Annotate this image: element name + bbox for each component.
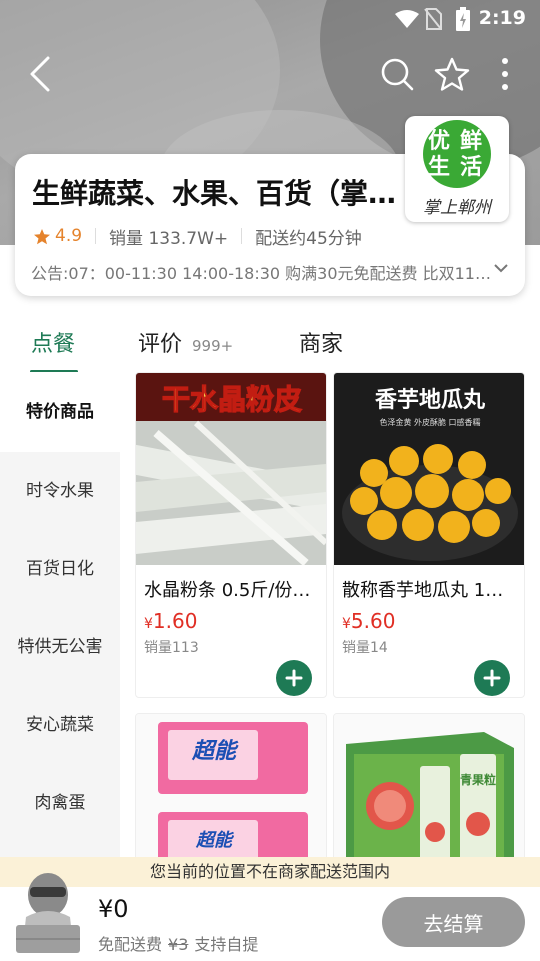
product-sales: 销量113 <box>144 640 199 656</box>
search-icon <box>381 58 414 91</box>
cart-bar: ¥0 免配送费 ¥3 支持自提 去结算 <box>0 873 540 960</box>
wifi-icon <box>395 10 419 28</box>
product-image-label: 青果粒 <box>460 772 496 787</box>
status-bar: 2:19 <box>0 0 540 36</box>
product-image: 干水晶粉皮 <box>136 373 326 565</box>
more-vertical-icon <box>502 58 508 90</box>
sidebar-item-specials[interactable]: 特价商品 <box>0 372 120 452</box>
product-sales: 销量14 <box>342 640 388 656</box>
tab-merchant[interactable]: 商家 <box>299 326 343 358</box>
svg-text:生: 生 <box>428 155 450 180</box>
cart-total: ¥0 <box>98 895 129 923</box>
product-image-sublabel: 色泽金黄 外皮酥脆 口感香糯 <box>379 417 480 427</box>
tab-reviews[interactable]: 评价 999+ <box>138 326 233 358</box>
svg-text:掌上郸州: 掌上郸州 <box>423 198 493 218</box>
no-sim-icon <box>424 8 442 30</box>
battery-charging-icon <box>456 7 470 31</box>
product-image: 超能 超能 <box>136 714 326 872</box>
product-image-label: 超能 <box>191 738 239 764</box>
product-name: 水晶粉条 0.5斤/份（约250克） <box>144 580 320 601</box>
sidebar-item-household[interactable]: 百货日化 <box>0 530 120 608</box>
tab-order[interactable]: 点餐 <box>31 326 75 358</box>
product-card[interactable]: 干水晶粉皮 水晶粉条 0.5斤/份（约250克） ¥1.60 销量113 <box>135 372 327 698</box>
product-name: 散称香芋地瓜丸 1斤/份 <box>342 580 518 601</box>
product-image-label: 干水晶粉皮 <box>162 383 302 416</box>
store-notice[interactable]: 公告:07：00-11:30 14:00-18:30 购满30元免配送费 比双1… <box>31 260 491 284</box>
store-name: 生鲜蔬菜、水果、百货（掌上郸州店） <box>32 177 404 210</box>
favorite-button[interactable] <box>430 52 474 96</box>
more-options-button[interactable] <box>483 52 527 96</box>
original-delivery-fee: ¥3 <box>168 935 189 954</box>
store-rating: 4.9 <box>33 226 82 246</box>
add-to-cart-button[interactable] <box>474 660 510 696</box>
star-outline-icon <box>434 57 470 91</box>
status-time: 2:19 <box>478 7 526 29</box>
search-button[interactable] <box>375 52 419 96</box>
back-button[interactable] <box>18 52 62 96</box>
store-sales: 销量 133.7W+ <box>109 228 229 249</box>
store-tabs: 点餐 评价 999+ 商家 <box>0 326 540 376</box>
product-card[interactable]: 超能 超能 <box>135 713 327 873</box>
sidebar-item-meat-eggs[interactable]: 肉禽蛋 <box>0 764 120 842</box>
store-logo-image: 优 鲜 生 活 掌上郸州 <box>423 120 493 218</box>
sidebar-item-pollution-free[interactable]: 特供无公害 <box>0 608 120 686</box>
svg-text:鲜: 鲜 <box>460 129 482 154</box>
product-image: 青果粒 <box>334 714 524 872</box>
cart-icon[interactable] <box>12 865 84 957</box>
store-logo: 优 鲜 生 活 掌上郸州 <box>405 116 509 222</box>
plus-icon <box>285 669 303 687</box>
svg-text:超能: 超能 <box>195 830 235 851</box>
product-image: 香芋地瓜丸 色泽金黄 外皮酥脆 口感香糯 <box>334 373 524 565</box>
review-count: 999+ <box>192 337 234 355</box>
chevron-left-icon <box>30 56 50 92</box>
product-card[interactable]: 香芋地瓜丸 色泽金黄 外皮酥脆 口感香糯 散称香芋地瓜丸 1斤/份 ¥5.60 … <box>333 372 525 698</box>
checkout-button[interactable]: 去结算 <box>382 897 525 947</box>
chevron-down-icon[interactable] <box>493 262 509 274</box>
cart-delivery-info: 免配送费 ¥3 支持自提 <box>98 935 259 954</box>
svg-text:活: 活 <box>460 155 482 180</box>
add-to-cart-button[interactable] <box>276 660 312 696</box>
product-price: ¥5.60 <box>342 609 396 633</box>
product-card[interactable]: 青果粒 <box>333 713 525 873</box>
sidebar-item-vegetables[interactable]: 安心蔬菜 <box>0 686 120 764</box>
product-image-label: 香芋地瓜丸 <box>375 387 486 413</box>
sidebar-item-seasonal-fruit[interactable]: 时令水果 <box>0 452 120 530</box>
product-price: ¥1.60 <box>144 609 198 633</box>
delivery-time: 配送约45分钟 <box>255 228 362 249</box>
plus-icon <box>483 669 501 687</box>
category-sidebar: 特价商品 时令水果 百货日化 特供无公害 安心蔬菜 肉禽蛋 <box>0 372 120 862</box>
rating-value: 4.9 <box>55 226 83 246</box>
store-stats: 4.9 销量 133.7W+ 配送约45分钟 <box>33 224 362 249</box>
star-icon <box>34 228 50 244</box>
svg-text:优: 优 <box>428 128 450 154</box>
